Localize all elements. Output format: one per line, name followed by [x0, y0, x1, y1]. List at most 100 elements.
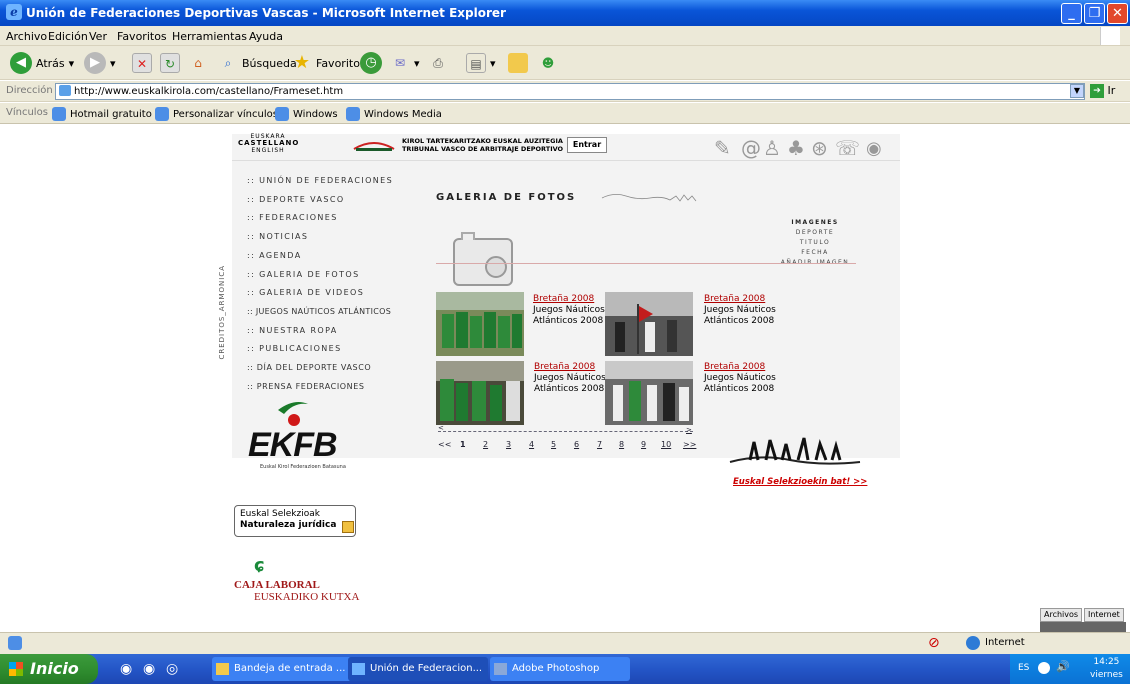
- address-dropdown-button[interactable]: ▼: [1070, 84, 1084, 98]
- menu-archivo[interactable]: Archivo: [6, 30, 47, 43]
- link-personalizar[interactable]: Personalizar vínculos: [155, 107, 278, 121]
- filter-fecha[interactable]: FECHA: [780, 249, 850, 256]
- link-windows[interactable]: Windows: [275, 107, 338, 121]
- mail-button[interactable]: ✉ ▾: [390, 52, 420, 74]
- nav-galeria-fotos[interactable]: :: GALERIA DE FOTOS: [247, 270, 360, 279]
- links-bar: Vínculos Hotmail gratuito Personalizar v…: [0, 103, 1130, 124]
- media-quicklaunch-icon[interactable]: ◉: [143, 661, 155, 677]
- pencil-icon[interactable]: ✎: [714, 136, 731, 160]
- nav-union-federaciones[interactable]: :: UNIÓN DE FEDERACIONES: [247, 176, 393, 185]
- link-hotmail[interactable]: Hotmail gratuito: [52, 107, 152, 121]
- circle-button-icon[interactable]: ◉: [866, 138, 882, 159]
- filter-titulo[interactable]: TITULO: [780, 239, 850, 246]
- pager-next[interactable]: >>: [683, 440, 696, 449]
- selekzioak-link[interactable]: Euskal Selekzioekin bat! >>: [733, 477, 867, 487]
- archivos-button[interactable]: Archivos: [1040, 608, 1083, 622]
- internet-button[interactable]: Internet: [1084, 608, 1124, 622]
- photo-thumbnail[interactable]: [605, 361, 693, 425]
- nav-deporte-vasco[interactable]: :: DEPORTE VASCO: [247, 195, 345, 204]
- forward-button[interactable]: ▶ ▾: [84, 52, 116, 74]
- link-windows-media[interactable]: Windows Media: [346, 107, 442, 121]
- volume-icon[interactable]: 🔊: [1056, 660, 1070, 673]
- pager-page[interactable]: 2: [483, 440, 488, 449]
- photo-link[interactable]: Bretaña 2008: [704, 362, 784, 373]
- pager-page[interactable]: 10: [661, 440, 671, 449]
- pager-page[interactable]: 5: [551, 440, 556, 449]
- menu-favoritos[interactable]: Favoritos: [117, 30, 167, 43]
- menu-ayuda[interactable]: Ayuda: [249, 30, 283, 43]
- print-button[interactable]: ⎙: [428, 52, 448, 74]
- pager-prev[interactable]: <<: [438, 440, 451, 449]
- entrar-button[interactable]: Entrar: [567, 137, 607, 153]
- nav-agenda[interactable]: :: AGENDA: [247, 251, 302, 260]
- selekzioak-silhouettes[interactable]: [720, 432, 870, 472]
- nav-federaciones[interactable]: :: FEDERACIONES: [247, 213, 338, 222]
- pager-page-current[interactable]: 1: [460, 440, 466, 449]
- task-photoshop[interactable]: Adobe Photoshop: [490, 657, 630, 681]
- chat-icon[interactable]: ☏: [835, 136, 860, 160]
- lang-castellano[interactable]: CASTELLANO: [238, 140, 298, 147]
- photo-link[interactable]: Bretaña 2008: [704, 294, 784, 305]
- nav-juegos-nauticos[interactable]: :: JUEGOS NAÚTICOS ATLÁNTICOS: [247, 307, 391, 316]
- tray-arrow-icon[interactable]: [1038, 662, 1050, 674]
- start-button[interactable]: Inicio: [0, 654, 98, 684]
- people-icon[interactable]: ♙: [763, 136, 781, 160]
- history-button[interactable]: ◷: [360, 52, 382, 74]
- close-button[interactable]: ✕: [1107, 3, 1128, 24]
- globe-icon: [966, 636, 980, 650]
- pager-page[interactable]: 3: [506, 440, 511, 449]
- nav-noticias[interactable]: :: NOTICIAS: [247, 232, 308, 241]
- search-button[interactable]: ⌕ Búsqueda: [218, 52, 297, 74]
- task-bandeja[interactable]: Bandeja de entrada ...: [212, 657, 352, 681]
- language-indicator[interactable]: ES: [1018, 663, 1029, 673]
- tribunal-text[interactable]: KIROL TARTEKARITZAKO EUSKAL AUZITEGIA TR…: [402, 137, 563, 153]
- home-button[interactable]: ⌂: [188, 52, 208, 74]
- nav-prensa-federaciones[interactable]: :: PRENSA FEDERACIONES: [247, 382, 365, 391]
- accessibility-icon[interactable]: ⊛: [811, 136, 828, 160]
- messenger-button[interactable]: ☻: [538, 52, 558, 74]
- photo-thumbnail[interactable]: [436, 292, 524, 356]
- popup-blocker-icon[interactable]: ⊘: [928, 635, 940, 651]
- stop-button[interactable]: ✕: [132, 52, 152, 74]
- nav-publicaciones[interactable]: :: PUBLICACIONES: [247, 344, 342, 353]
- nav-nuestra-ropa[interactable]: :: NUESTRA ROPA: [247, 326, 338, 335]
- favorites-button[interactable]: ★ Favoritos: [292, 52, 366, 74]
- desktop-quicklaunch-icon[interactable]: ◎: [166, 661, 178, 677]
- nav-galeria-videos[interactable]: :: GALERIA DE VIDEOS: [247, 288, 364, 297]
- pager-arrow-right[interactable]: >: [686, 426, 692, 434]
- pager-arrow-left[interactable]: <: [438, 424, 444, 432]
- ekfb-logo[interactable]: EKFB Euskal Kirol Federazioen Batasuna: [246, 400, 362, 480]
- refresh-button[interactable]: ↻: [160, 52, 180, 74]
- ie-quicklaunch-icon[interactable]: ◉: [120, 661, 132, 677]
- menu-edicion[interactable]: Edición: [48, 30, 88, 43]
- folder-button[interactable]: [508, 52, 528, 74]
- photo-thumbnail[interactable]: [605, 292, 693, 356]
- nav-dia-deporte-vasco[interactable]: :: DÍA DEL DEPORTE VASCO: [247, 363, 371, 372]
- naturaleza-juridica-box[interactable]: Euskal Selekzioak Naturaleza jurídica: [234, 505, 356, 537]
- photo-link[interactable]: Bretaña 2008: [533, 294, 613, 305]
- minimize-button[interactable]: _: [1061, 3, 1082, 24]
- pager-page[interactable]: 4: [529, 440, 534, 449]
- menu-herramientas[interactable]: Herramientas: [172, 30, 247, 43]
- address-input[interactable]: http://www.euskalkirola.com/castellano/F…: [55, 83, 1085, 100]
- photo-thumbnail[interactable]: [436, 361, 524, 425]
- edit-button[interactable]: ▤ ▾: [466, 52, 496, 74]
- pager-page[interactable]: 6: [574, 440, 579, 449]
- at-icon[interactable]: @: [741, 136, 761, 160]
- filter-deporte[interactable]: DEPORTE: [780, 229, 850, 236]
- lang-english[interactable]: ENGLISH: [238, 147, 298, 154]
- toolbar: ◀ Atrás ▾ ▶ ▾ ✕ ↻ ⌂ ⌕ Búsqueda ★ Favoritos ◷…: [0, 46, 1130, 80]
- org-chart-icon[interactable]: ♣: [787, 136, 805, 160]
- photo-link[interactable]: Bretaña 2008: [534, 362, 614, 373]
- caja-laboral-logo[interactable]: ɕ CAJA LABORAL EUSKADIKO KUTXA: [234, 555, 374, 605]
- pager-page[interactable]: 7: [597, 440, 602, 449]
- pager-page[interactable]: 8: [619, 440, 624, 449]
- go-button[interactable]: ➔ Ir: [1090, 84, 1130, 98]
- pager-page[interactable]: 9: [641, 440, 646, 449]
- credits-text[interactable]: CREDITOS_ARMONICA: [218, 265, 226, 360]
- menu-ver[interactable]: Ver: [89, 30, 107, 43]
- back-button[interactable]: ◀ Atrás ▾: [10, 52, 74, 74]
- windows-logo-icon: [9, 662, 23, 676]
- task-union-federaciones[interactable]: Unión de Federacion...: [348, 657, 488, 681]
- maximize-button[interactable]: ❐: [1084, 3, 1105, 24]
